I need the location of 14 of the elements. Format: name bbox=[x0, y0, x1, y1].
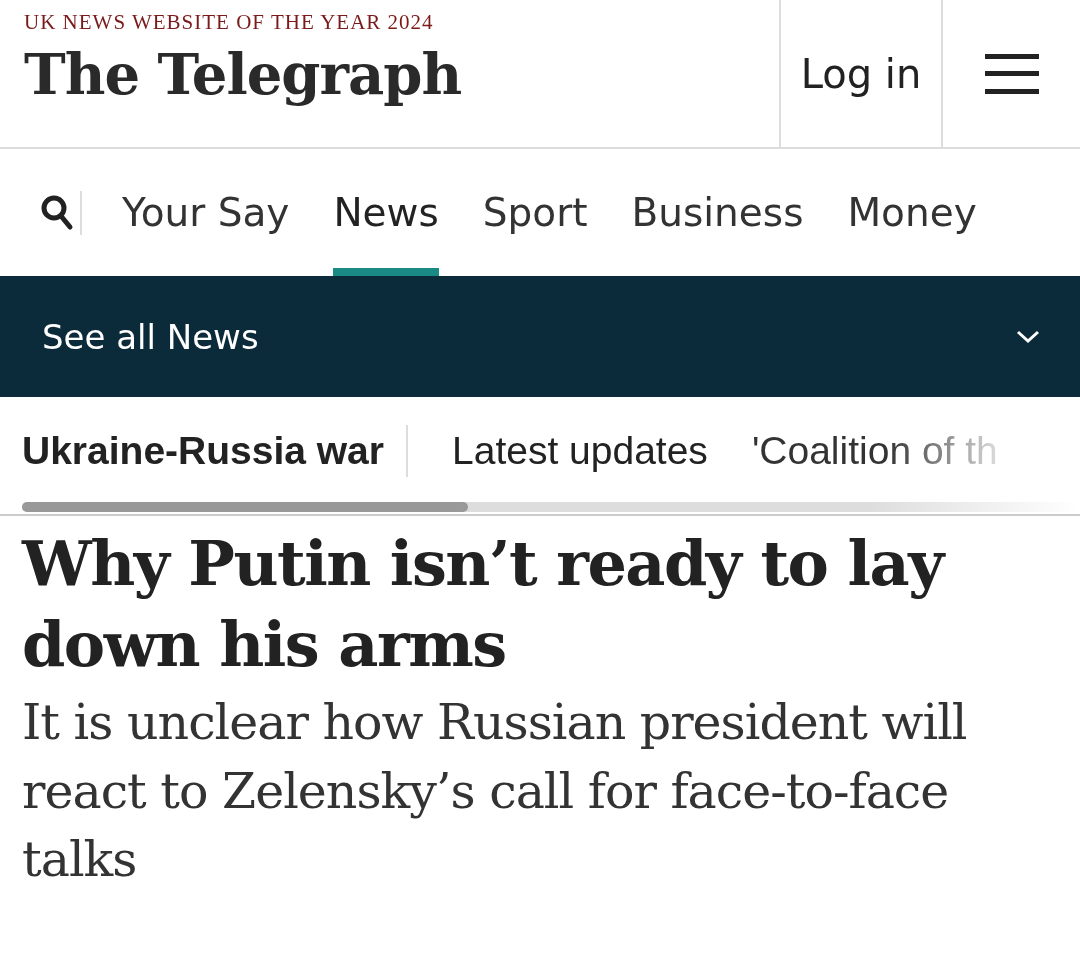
nav-tab[interactable]: Sport bbox=[482, 149, 588, 276]
nav-tab[interactable]: Your Say bbox=[122, 149, 290, 276]
logo[interactable]: The Telegraph bbox=[24, 41, 779, 107]
tagline: UK NEWS WEBSITE OF THE YEAR 2024 bbox=[24, 10, 435, 35]
menu-button[interactable] bbox=[984, 53, 1039, 94]
current-topic: Ukraine-Russia war bbox=[22, 429, 384, 473]
section-dropdown[interactable]: See all News bbox=[0, 276, 1080, 397]
nav-tab[interactable]: Business bbox=[631, 149, 804, 276]
topic-link[interactable]: Latest updates bbox=[452, 429, 708, 473]
chevron-icon bbox=[1016, 329, 1040, 344]
login-link[interactable]: Log in bbox=[800, 50, 922, 97]
headline: Why Putin isn’t ready to lay down his arms bbox=[22, 524, 1058, 686]
nav-tab[interactable]: Money bbox=[847, 149, 977, 276]
standfirst: It is unclear how Russian president will react to Zelensky’s call for face-to-face talks bbox=[22, 693, 968, 891]
